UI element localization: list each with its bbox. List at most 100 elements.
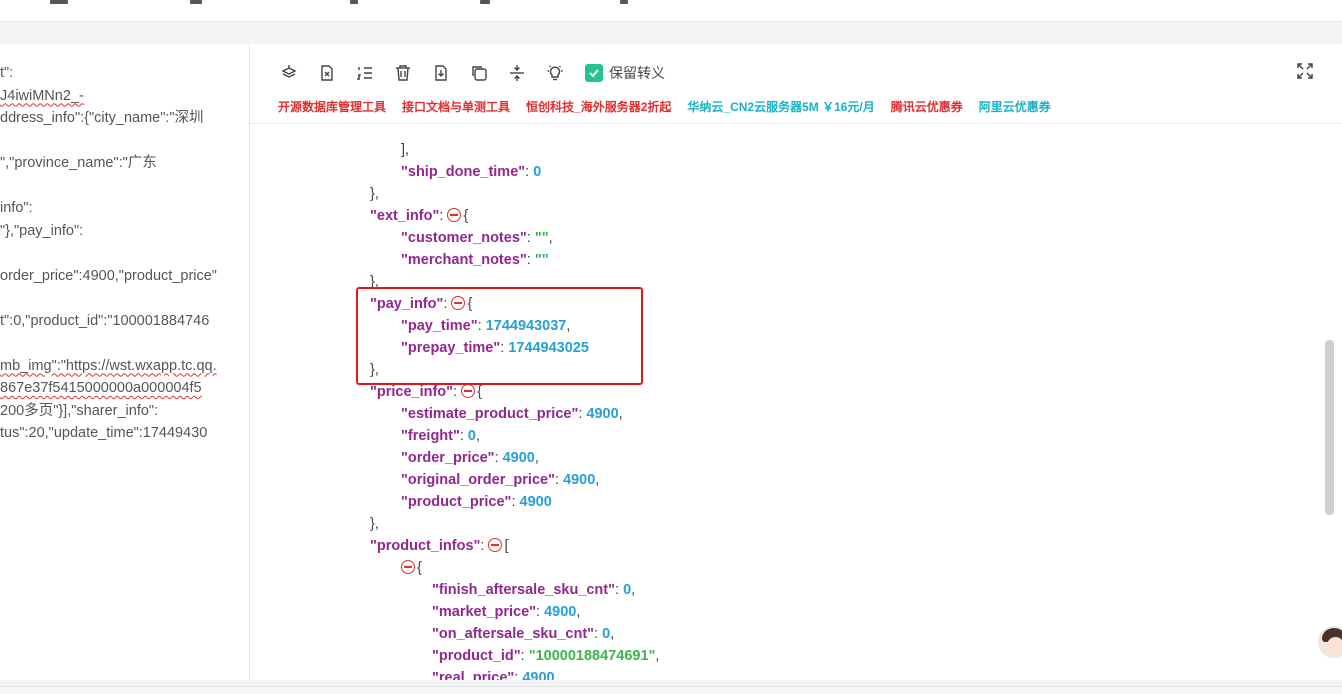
top-bar xyxy=(0,0,1342,22)
json-punctuation: , xyxy=(631,582,636,598)
delete-icon[interactable] xyxy=(392,62,414,84)
json-line: "pay_info": { xyxy=(370,293,472,315)
json-punctuation: { xyxy=(477,384,482,400)
json-number: 1744943025 xyxy=(508,340,589,356)
collapse-toggle-icon[interactable] xyxy=(461,384,476,398)
fullscreen-icon[interactable] xyxy=(1296,62,1318,84)
json-number: 4900 xyxy=(519,494,552,510)
raw-line: ","province_name":"广东 xyxy=(0,155,157,171)
raw-line xyxy=(0,332,245,355)
collapse-toggle-icon[interactable] xyxy=(401,560,415,574)
json-line: }, xyxy=(370,513,379,535)
json-line: "ext_info": { xyxy=(370,205,468,227)
json-key: "on_aftersale_sku_cnt" xyxy=(432,626,595,642)
formatted-json-panel: 保留转义 开源数据库管理工具 接口文档与单测工具 恒创科技_海外服务器2折起 华纳云_… xyxy=(250,44,1342,680)
json-key: "real_price" xyxy=(432,670,515,680)
json-punctuation: , xyxy=(476,428,481,444)
json-number: 1744943037 xyxy=(485,318,567,334)
copy-icon[interactable] xyxy=(468,62,490,84)
json-key: "market_price" xyxy=(432,604,537,620)
json-key: "freight" xyxy=(401,428,460,444)
raw-line: t": xyxy=(0,65,14,81)
json-key: "pay_info" xyxy=(370,296,444,312)
json-line: }, xyxy=(370,359,379,381)
json-punctuation: : xyxy=(520,648,529,664)
raw-line: 867e37f5415000000a000004f5 xyxy=(0,380,202,396)
raw-line: mb_img":"https://wst.wxapp.tc.qq. xyxy=(0,357,217,374)
raw-line: t":0,"product_id":"100001884746 xyxy=(0,312,210,329)
json-punctuation: : xyxy=(511,494,520,510)
collapse-toggle-icon[interactable] xyxy=(447,208,462,222)
json-key: "product_id" xyxy=(432,648,521,664)
json-key: "pay_time" xyxy=(401,318,478,334)
compress-icon[interactable] xyxy=(506,62,528,84)
json-line: "prepay_time": 1744943025 xyxy=(401,337,589,359)
json-line: "original_order_price": 4900, xyxy=(401,469,599,491)
json-punctuation: : xyxy=(477,318,486,334)
json-line: "customer_notes": "", xyxy=(401,227,553,249)
json-line: "estimate_product_price": 4900, xyxy=(401,403,623,425)
json-key: "order_price" xyxy=(401,450,495,466)
json-punctuation: [ xyxy=(504,538,509,554)
collapse-toggle-icon[interactable] xyxy=(451,296,466,310)
clear-icon[interactable] xyxy=(316,62,338,84)
raw-line: 200多页"}],"sharer_info": xyxy=(0,402,159,419)
json-punctuation: , xyxy=(548,230,553,246)
json-string: "" xyxy=(534,252,549,268)
json-line: "merchant_notes": "" xyxy=(401,249,549,271)
sponsor-link[interactable]: 恒创科技_海外服务器2折起 xyxy=(526,98,671,115)
json-punctuation: { xyxy=(463,208,469,224)
json-punctuation: , xyxy=(595,472,600,488)
top-bar-clipped-content xyxy=(50,0,650,6)
json-line: }, xyxy=(370,271,379,293)
json-line: "market_price": 4900, xyxy=(432,601,580,623)
keep-escape-toggle[interactable]: 保留转义 xyxy=(585,62,665,84)
raw-line: J4iwiMNn2_- xyxy=(0,87,84,104)
json-punctuation: : xyxy=(526,230,535,246)
sponsor-link[interactable]: 开源数据库管理工具 xyxy=(278,98,386,115)
sort-icon[interactable] xyxy=(354,62,376,84)
json-line: ], xyxy=(401,139,409,161)
json-line: "on_aftersale_sku_cnt": 0, xyxy=(432,623,614,645)
raw-json-input-panel[interactable]: t": J4iwiMNn2_- ddress_info":{"city_name":… xyxy=(0,44,250,680)
json-punctuation: , xyxy=(618,406,623,422)
raw-line: info": xyxy=(0,200,33,216)
bottom-bar xyxy=(0,686,1342,694)
download-icon[interactable] xyxy=(430,62,452,84)
json-number: 0 xyxy=(467,428,476,444)
raw-line: ddress_info":{"city_name":"深圳 xyxy=(0,110,204,126)
json-punctuation: : xyxy=(536,604,545,620)
json-line: "ship_done_time": 0 xyxy=(401,161,541,183)
scrollbar-thumb[interactable] xyxy=(1325,340,1334,515)
raw-line: order_price":4900,"product_price" xyxy=(0,267,217,284)
raw-line: "},"pay_info": xyxy=(0,222,84,239)
check-icon[interactable] xyxy=(585,64,603,82)
assistant-avatar[interactable] xyxy=(1318,626,1342,658)
json-number: 4900 xyxy=(563,472,596,488)
json-line: "order_price": 4900, xyxy=(401,447,539,469)
json-punctuation: { xyxy=(417,560,422,576)
collapse-toggle-icon[interactable] xyxy=(488,538,503,552)
json-line: { xyxy=(401,557,422,579)
sponsor-link[interactable]: 华纳云_CN2云服务器5M ￥16元/月 xyxy=(687,98,874,115)
sponsor-link[interactable]: 接口文档与单测工具 xyxy=(402,98,510,115)
json-number: 4900 xyxy=(586,406,619,422)
theme-icon[interactable] xyxy=(544,62,566,84)
json-line: "product_id": "10000188474691", xyxy=(432,645,659,667)
json-key: "product_price" xyxy=(401,494,512,510)
raw-json-text[interactable]: t": J4iwiMNn2_- ddress_info":{"city_name":… xyxy=(0,62,245,445)
json-key: "ship_done_time" xyxy=(401,164,526,180)
sponsor-link[interactable]: 阿里云优惠券 xyxy=(979,98,1051,115)
sponsor-link[interactable]: 腾讯云优惠券 xyxy=(891,98,963,115)
json-number: 4900 xyxy=(544,604,577,620)
json-line: "pay_time": 1744943037, xyxy=(401,315,570,337)
json-line: }, xyxy=(370,183,379,205)
json-toolbar: 保留转义 开源数据库管理工具 接口文档与单测工具 恒创科技_海外服务器2折起 华纳云_… xyxy=(250,44,1342,124)
json-tree-view: ], "ship_done_time": 0}, "ext_info": {"cus… xyxy=(250,124,1328,680)
json-punctuation: : xyxy=(554,472,564,488)
json-number: 0 xyxy=(623,582,632,598)
json-line: "product_infos": [ xyxy=(370,535,509,557)
format-icon[interactable] xyxy=(278,62,300,84)
json-line: "product_price": 4900 xyxy=(401,491,552,513)
json-key: "price_info" xyxy=(370,384,454,400)
